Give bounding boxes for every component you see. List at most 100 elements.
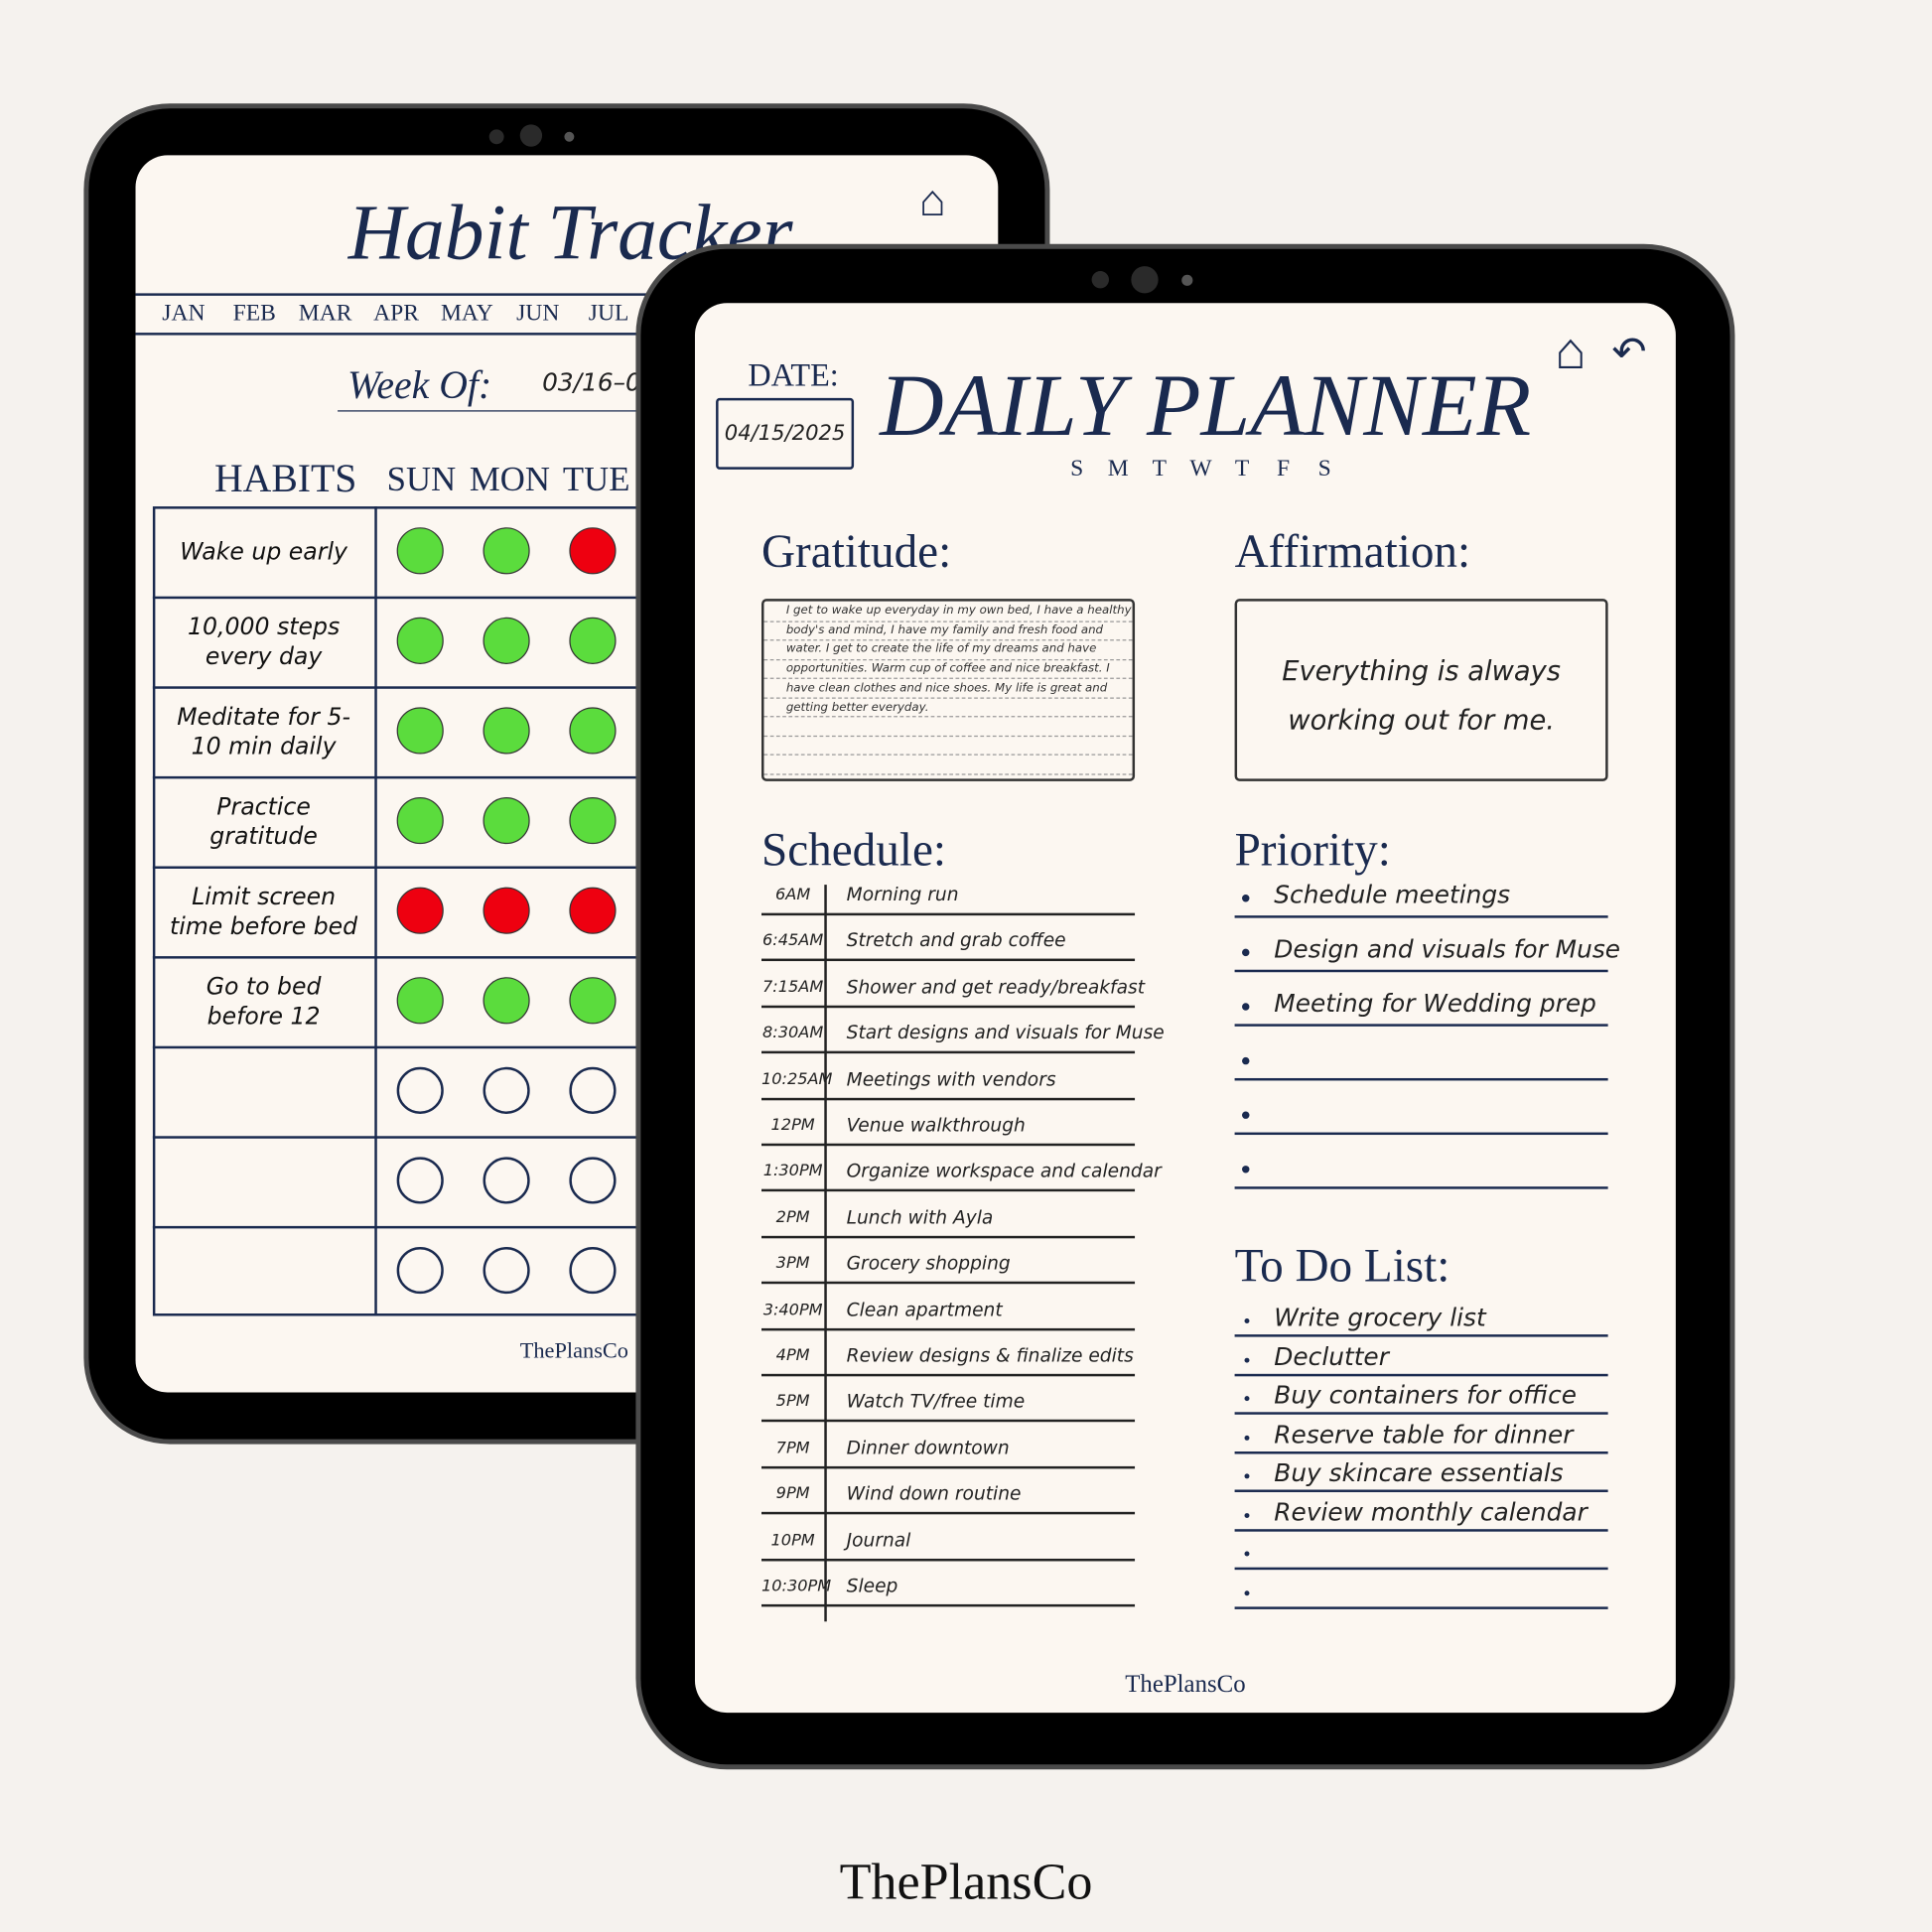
schedule-time: 12PM [770,1116,815,1136]
habit-status-done[interactable] [396,527,444,575]
weekday-0[interactable]: S [1064,456,1089,483]
habit-status-empty[interactable] [483,1246,530,1295]
habit-status-empty[interactable] [396,1157,444,1204]
priority-item[interactable]: Meeting for Wedding prep [1274,988,1596,1018]
habit-status-done[interactable] [396,707,444,755]
schedule-time: 10:30PM [760,1577,832,1596]
weekday-6[interactable]: S [1312,456,1337,483]
month-tab[interactable]: MAY [431,301,502,328]
habit-status-empty[interactable] [569,1066,617,1114]
month-tab[interactable]: JUL [573,301,644,328]
habit-status-done[interactable] [483,796,530,845]
weekday-5[interactable]: F [1271,456,1296,483]
habit-name[interactable] [165,1236,362,1307]
priority-item[interactable]: Schedule meetings [1274,880,1510,909]
todo-item[interactable]: Reserve table for dinner [1274,1419,1573,1449]
undo-arrow-icon[interactable]: ↶ [1611,328,1646,377]
schedule-task[interactable]: Clean apartment [847,1299,1003,1320]
habit-status-done[interactable] [396,617,444,664]
habit-status-done[interactable] [483,707,530,755]
habit-name[interactable]: 10,000 steps every day [165,607,362,677]
home-icon[interactable]: ⌂ [919,175,946,226]
weekday-4[interactable]: T [1230,456,1255,483]
weekday-3[interactable]: W [1188,456,1213,483]
schedule-time: 7PM [775,1439,810,1457]
month-tab[interactable]: FEB [218,301,290,328]
todo-rule [1234,1334,1608,1337]
habit-name[interactable]: Practice gratitude [165,786,362,857]
gratitude-rule [763,658,1133,660]
weekday-2[interactable]: T [1147,456,1172,483]
schedule-task[interactable]: Venue walkthrough [847,1114,1026,1136]
habit-status-empty[interactable] [396,1066,444,1114]
gratitude-rule [763,772,1133,775]
schedule-task[interactable]: Shower and get ready/breakfast [847,976,1145,998]
habit-status-done[interactable] [396,977,444,1025]
habit-name[interactable]: Go to bed before 12 [165,966,362,1036]
schedule-task[interactable]: Wind down routine [847,1482,1022,1504]
schedule-rule [760,1465,1136,1469]
home-icon[interactable]: ⌂ [1555,323,1586,382]
schedule-task[interactable]: Review designs & finalize edits [847,1344,1134,1366]
habit-status-empty[interactable] [396,1246,444,1295]
schedule-task[interactable]: Lunch with Ayla [847,1206,994,1228]
schedule-task[interactable]: Sleep [847,1575,898,1596]
schedule-task[interactable]: Dinner downtown [847,1437,1010,1458]
todo-item[interactable]: Declutter [1274,1341,1389,1371]
schedule-task[interactable]: Stretch and grab coffee [847,929,1066,951]
month-tab[interactable]: APR [360,301,432,328]
weekday-1[interactable]: M [1106,456,1131,483]
habit-status-empty[interactable] [483,1066,530,1114]
todo-rule [1234,1489,1608,1492]
habit-status-empty[interactable] [569,1157,617,1204]
habit-status-missed[interactable] [569,887,617,934]
todo-item[interactable]: Review monthly calendar [1274,1496,1587,1526]
schedule-task[interactable]: Watch TV/free time [847,1390,1026,1412]
habit-status-done[interactable] [483,527,530,575]
schedule-task[interactable]: Grocery shopping [847,1252,1011,1274]
schedule-task[interactable]: Meetings with vendors [847,1068,1056,1090]
schedule-task[interactable]: Start designs and visuals for Muse [847,1022,1165,1043]
schedule-time: 3:40PM [762,1301,823,1319]
habit-status-empty[interactable] [569,1246,617,1295]
todo-item[interactable]: Buy containers for office [1274,1380,1577,1410]
habit-status-empty[interactable] [483,1157,530,1204]
habit-name[interactable]: Wake up early [165,516,362,587]
habit-name[interactable] [165,1146,362,1216]
habit-status-missed[interactable] [483,887,530,934]
habit-name[interactable]: Limit screen time before bed [165,876,362,946]
habit-status-done[interactable] [569,707,617,755]
date-field[interactable]: 04/15/2025 [716,397,855,470]
habit-status-done[interactable] [483,977,530,1025]
habit-status-done[interactable] [569,796,617,845]
affirmation-line: Everything is always [1282,656,1561,688]
schedule-time: 6:45AM [762,931,824,951]
date-label: DATE: [748,356,839,393]
habit-status-done[interactable] [483,617,530,664]
habit-status-done[interactable] [396,796,444,845]
month-tab[interactable]: MAR [290,301,361,328]
priority-item[interactable]: Design and visuals for Muse [1274,934,1620,964]
todo-rule [1234,1412,1608,1415]
habit-status-missed[interactable] [396,887,444,934]
bullet-icon [1244,1396,1250,1402]
schedule-task[interactable]: Morning run [847,884,959,905]
schedule-rule [760,1097,1136,1100]
month-tab[interactable]: JUN [502,301,574,328]
habit-row-divider [152,1136,671,1139]
affirmation-textbox[interactable]: Everything is always working out for me. [1234,599,1608,781]
habit-name[interactable]: Meditate for 5-10 min daily [165,696,362,766]
schedule-task[interactable]: Organize workspace and calendar [847,1160,1162,1181]
habit-status-done[interactable] [569,617,617,664]
stage: Habit Tracker ⌂ Week Of: 03/16–03 HABITS… [0,0,1932,1932]
sensor-dot [1181,274,1193,286]
month-tab[interactable]: JAN [148,301,219,328]
gratitude-textbox[interactable]: I get to wake up everyday in my own bed,… [760,599,1136,781]
todo-item[interactable]: Write grocery list [1274,1303,1485,1332]
priority-rule [1234,1186,1608,1189]
habit-status-missed[interactable] [569,527,617,575]
habit-status-done[interactable] [569,977,617,1025]
todo-item[interactable]: Buy skincare essentials [1274,1457,1563,1487]
schedule-task[interactable]: Journal [847,1529,911,1551]
habit-name[interactable] [165,1056,362,1127]
